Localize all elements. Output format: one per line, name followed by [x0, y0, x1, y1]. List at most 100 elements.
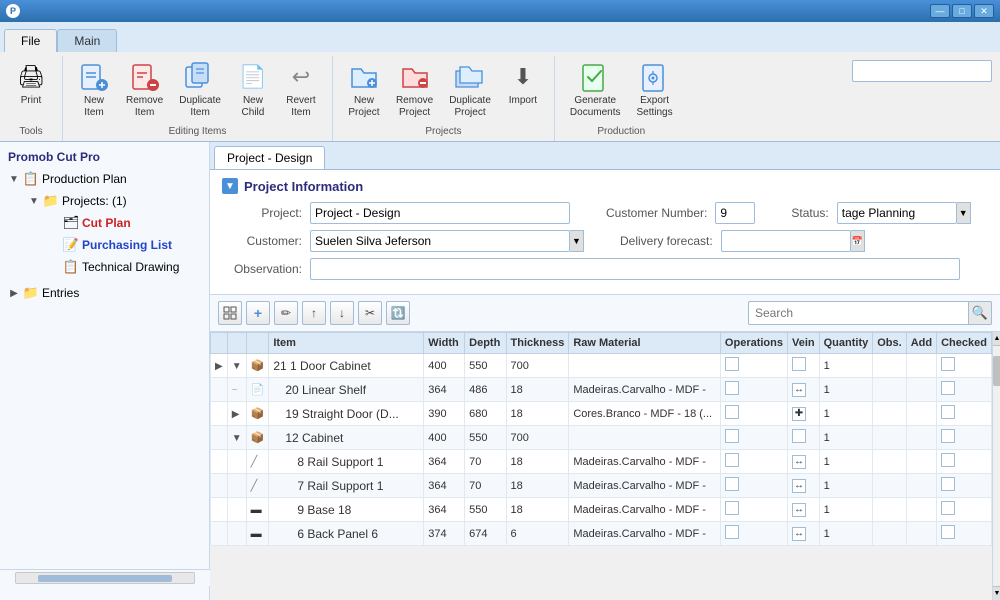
table-btn-refresh[interactable]: 🔃	[386, 301, 410, 325]
customer-number-label: Customer Number:	[606, 206, 707, 220]
table-btn-cut[interactable]: ✂	[358, 301, 382, 325]
table-btn-grid[interactable]	[218, 301, 242, 325]
table-btn-add[interactable]: +	[246, 301, 270, 325]
cell-icon: ╱	[246, 450, 269, 474]
table-btn-up[interactable]: ↑	[302, 301, 326, 325]
search-button[interactable]: 🔍	[968, 301, 992, 325]
scroll-down-button[interactable]: ▼	[993, 586, 1000, 600]
col-vein-header: Vein	[788, 333, 820, 354]
table-btn-down[interactable]: ↓	[330, 301, 354, 325]
vein-checkbox[interactable]: ↔	[792, 527, 806, 541]
vein-checkbox[interactable]: ↔	[792, 383, 806, 397]
entries-icon: 📁	[23, 285, 39, 301]
close-button[interactable]: ✕	[974, 4, 994, 18]
cell-checked	[937, 474, 992, 498]
import-button[interactable]: ⬇ Import	[500, 56, 546, 124]
operations-checkbox[interactable]	[725, 405, 739, 419]
duplicate-item-button[interactable]: DuplicateItem	[172, 56, 228, 124]
customer-dropdown-btn[interactable]: ▼	[570, 230, 584, 252]
operations-checkbox[interactable]	[725, 477, 739, 491]
col-width-header: Width	[424, 333, 465, 354]
technical-drawing-icon: 📋	[63, 259, 79, 275]
status-dropdown-btn[interactable]: ▼	[957, 202, 971, 224]
checked-checkbox[interactable]	[941, 357, 955, 371]
table-scrollbar[interactable]: ▲ ▼	[992, 332, 1000, 600]
checked-checkbox[interactable]	[941, 525, 955, 539]
new-project-button[interactable]: NewProject	[341, 56, 387, 124]
checked-checkbox[interactable]	[941, 405, 955, 419]
expand-entries[interactable]: ▶	[8, 287, 20, 299]
delivery-picker-btn[interactable]: 📅	[851, 230, 865, 252]
generate-documents-button[interactable]: GenerateDocuments	[563, 56, 628, 124]
maximize-button[interactable]: □	[952, 4, 972, 18]
cell-thickness: 18	[506, 402, 569, 426]
expand-projects[interactable]: ▼	[28, 195, 40, 207]
section-chevron-icon[interactable]: ▼	[222, 178, 238, 194]
cell-expand[interactable]: ▼	[227, 354, 246, 378]
revert-item-button[interactable]: ↩ RevertItem	[278, 56, 324, 124]
export-settings-label: ExportSettings	[636, 95, 672, 119]
vein-checkbox[interactable]: ↔	[792, 503, 806, 517]
entries-label: Entries	[42, 286, 205, 300]
operations-checkbox[interactable]	[725, 381, 739, 395]
remove-project-button[interactable]: RemoveProject	[389, 56, 440, 124]
table-row: ╱ 8 Rail Support 1 364 70 18 Madeiras.Ca…	[211, 450, 992, 474]
delivery-input[interactable]	[721, 230, 851, 252]
sidebar-item-cut-plan[interactable]: ▶ 🗂 Cut Plan	[40, 212, 209, 234]
cell-rawmaterial: Madeiras.Carvalho - MDF -	[569, 378, 721, 402]
expand-production-plan[interactable]: ▼	[8, 173, 20, 185]
customer-input[interactable]	[310, 230, 570, 252]
ribbon-search-input[interactable]	[852, 60, 992, 82]
sidebar-item-technical-drawing[interactable]: ▶ 📋 Technical Drawing	[40, 256, 209, 278]
col-obs-header: Obs.	[873, 333, 906, 354]
operations-checkbox[interactable]	[725, 525, 739, 539]
content-tab-label: Project - Design	[227, 151, 312, 165]
customer-number-input[interactable]	[715, 202, 755, 224]
sidebar-item-production-plan[interactable]: ▼ 📋 Production Plan	[0, 168, 209, 190]
operations-checkbox[interactable]	[725, 429, 739, 443]
checked-checkbox[interactable]	[941, 501, 955, 515]
table-row: ▶ ▼ 📦 21 1 Door Cabinet 400 550 700 1	[211, 354, 992, 378]
cell-expand[interactable]: ▼	[227, 426, 246, 450]
operations-checkbox[interactable]	[725, 453, 739, 467]
col-operations-header: Operations	[720, 333, 787, 354]
print-button[interactable]: 🖨 Print	[8, 56, 54, 124]
scroll-up-button[interactable]: ▲	[993, 332, 1000, 346]
tab-file[interactable]: File	[4, 29, 57, 52]
checked-checkbox[interactable]	[941, 453, 955, 467]
project-input[interactable]	[310, 202, 570, 224]
cell-expand[interactable]: ▶	[227, 402, 246, 426]
duplicate-project-button[interactable]: DuplicateProject	[442, 56, 498, 124]
vein-checkbox[interactable]: ↔	[792, 479, 806, 493]
observation-input[interactable]	[310, 258, 960, 280]
vein-checkbox[interactable]	[792, 357, 806, 371]
new-child-button[interactable]: 📄 NewChild	[230, 56, 276, 124]
vein-checkbox[interactable]	[792, 429, 806, 443]
table-btn-edit[interactable]: ✏	[274, 301, 298, 325]
cell-vein: ↔	[788, 474, 820, 498]
checked-checkbox[interactable]	[941, 477, 955, 491]
vein-checkbox[interactable]: ↔	[792, 455, 806, 469]
operations-checkbox[interactable]	[725, 501, 739, 515]
tab-main[interactable]: Main	[57, 29, 117, 52]
sidebar-item-projects[interactable]: ▼ 📁 Projects: (1)	[20, 190, 209, 212]
operations-checkbox[interactable]	[725, 357, 739, 371]
checked-checkbox[interactable]	[941, 381, 955, 395]
delivery-label: Delivery forecast:	[620, 234, 713, 248]
sidebar-item-entries[interactable]: ▶ 📁 Entries	[0, 282, 209, 304]
content-tab-project-design[interactable]: Project - Design	[214, 146, 325, 169]
cell-add	[906, 378, 936, 402]
sidebar-item-purchasing-list[interactable]: ▶ 📝 Purchasing List	[40, 234, 209, 256]
checked-checkbox[interactable]	[941, 429, 955, 443]
minimize-button[interactable]: —	[930, 4, 950, 18]
new-item-button[interactable]: NewItem	[71, 56, 117, 124]
vein-checkbox[interactable]: ✚	[792, 407, 806, 421]
export-settings-button[interactable]: ExportSettings	[629, 56, 679, 124]
cell-rawmaterial: Madeiras.Carvalho - MDF -	[569, 450, 721, 474]
remove-item-button[interactable]: RemoveItem	[119, 56, 170, 124]
status-input[interactable]	[837, 202, 957, 224]
col-checked-header: Checked	[937, 333, 992, 354]
cell-rawmaterial: Madeiras.Carvalho - MDF -	[569, 498, 721, 522]
import-icon: ⬇	[507, 61, 539, 93]
search-input[interactable]	[748, 301, 968, 325]
